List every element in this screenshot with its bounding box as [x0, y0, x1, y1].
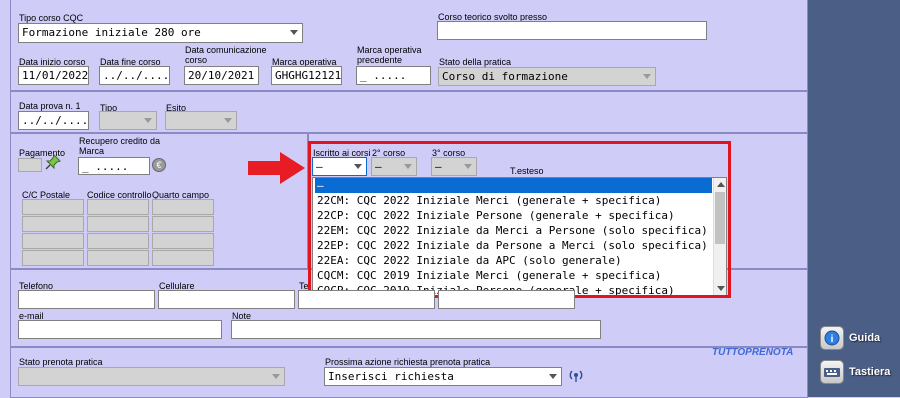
payment-grid-cell[interactable]: [87, 216, 149, 232]
payment-grid-cell[interactable]: [22, 199, 84, 215]
tipo-corso-select[interactable]: Formazione iniziale 280 ore: [18, 23, 303, 43]
data-comunicazione-input[interactable]: 20/10/2021: [184, 66, 259, 85]
payment-grid-cell[interactable]: [22, 233, 84, 249]
payment-grid-cell[interactable]: [22, 250, 84, 266]
tuttoprenota-logo: TUTTOPRENOTA: [712, 347, 794, 358]
data-fine-input[interactable]: ../../....: [99, 66, 170, 85]
keyboard-icon: [820, 360, 844, 384]
guida-label: Guida: [849, 332, 881, 344]
te-input[interactable]: [298, 290, 435, 309]
telefono-input[interactable]: [18, 290, 155, 309]
recupero-credito-label: Recupero credito da Marca: [79, 136, 161, 156]
payment-grid-cell[interactable]: [152, 250, 214, 266]
highlight-box: [308, 141, 731, 298]
chevron-down-icon: [272, 373, 280, 379]
extra-contact-input[interactable]: [438, 290, 575, 309]
pin-icon[interactable]: [45, 154, 61, 170]
chevron-down-icon: [144, 117, 152, 123]
payment-grid-cell[interactable]: [87, 199, 149, 215]
pagamento-select[interactable]: [18, 158, 42, 172]
payment-grid-cell[interactable]: [152, 199, 214, 215]
marca-operativa-input[interactable]: GHGHG12121: [271, 66, 342, 85]
payment-grid-cell[interactable]: [152, 233, 214, 249]
marca-precedente-label: Marca operativa precedente: [357, 45, 422, 65]
tipo-corso-value: Formazione iniziale 280 ore: [22, 26, 201, 39]
prossima-azione-label: Prossima azione richiesta prenota pratic…: [325, 357, 491, 367]
chevron-down-icon: [549, 373, 557, 379]
data-prova-input[interactable]: ../../....: [18, 111, 89, 130]
prova-esito-select[interactable]: [165, 111, 237, 130]
data-inizio-input[interactable]: 11/01/2022: [18, 66, 89, 85]
tastiera-button[interactable]: Tastiera: [820, 360, 898, 388]
email-input[interactable]: [18, 320, 222, 339]
payment-grid-cell[interactable]: [87, 250, 149, 266]
stato-pratica-select[interactable]: Corso di formazione: [438, 67, 656, 86]
prossima-azione-value: Inserisci richiesta: [328, 370, 454, 383]
payment-grid-cell[interactable]: [87, 233, 149, 249]
note-input[interactable]: [231, 320, 601, 339]
tipo-corso-label: Tipo corso CQC: [19, 13, 84, 23]
svg-text:i: i: [831, 334, 834, 345]
euro-coin-icon[interactable]: €: [152, 158, 166, 172]
stato-prenota-select[interactable]: [18, 367, 285, 386]
data-comunicazione-label: Data comunicazione corso: [185, 45, 267, 65]
tastiera-label: Tastiera: [849, 366, 891, 378]
recupero-credito-input[interactable]: _ .....: [78, 157, 150, 175]
help-icon: i: [820, 326, 844, 350]
red-arrow-icon: [248, 152, 305, 184]
wireless-icon[interactable]: [568, 367, 584, 383]
data-prova-label: Data prova n. 1: [19, 101, 81, 111]
cellulare-input[interactable]: [158, 290, 295, 309]
prossima-azione-select[interactable]: Inserisci richiesta: [324, 367, 562, 386]
stato-pratica-value: Corso di formazione: [442, 70, 568, 83]
stato-prenota-label: Stato prenota pratica: [19, 357, 103, 367]
chevron-down-icon: [224, 117, 232, 123]
marca-precedente-input[interactable]: _ .....: [356, 66, 431, 85]
guida-button[interactable]: i Guida: [820, 326, 898, 354]
corso-teorico-input[interactable]: [437, 21, 707, 40]
prova-tipo-select[interactable]: [99, 111, 157, 130]
payment-grid-cell[interactable]: [22, 216, 84, 232]
payment-grid-cell[interactable]: [152, 216, 214, 232]
chevron-down-icon: [290, 30, 298, 35]
chevron-down-icon: [643, 73, 651, 79]
stato-pratica-label: Stato della pratica: [439, 57, 512, 67]
